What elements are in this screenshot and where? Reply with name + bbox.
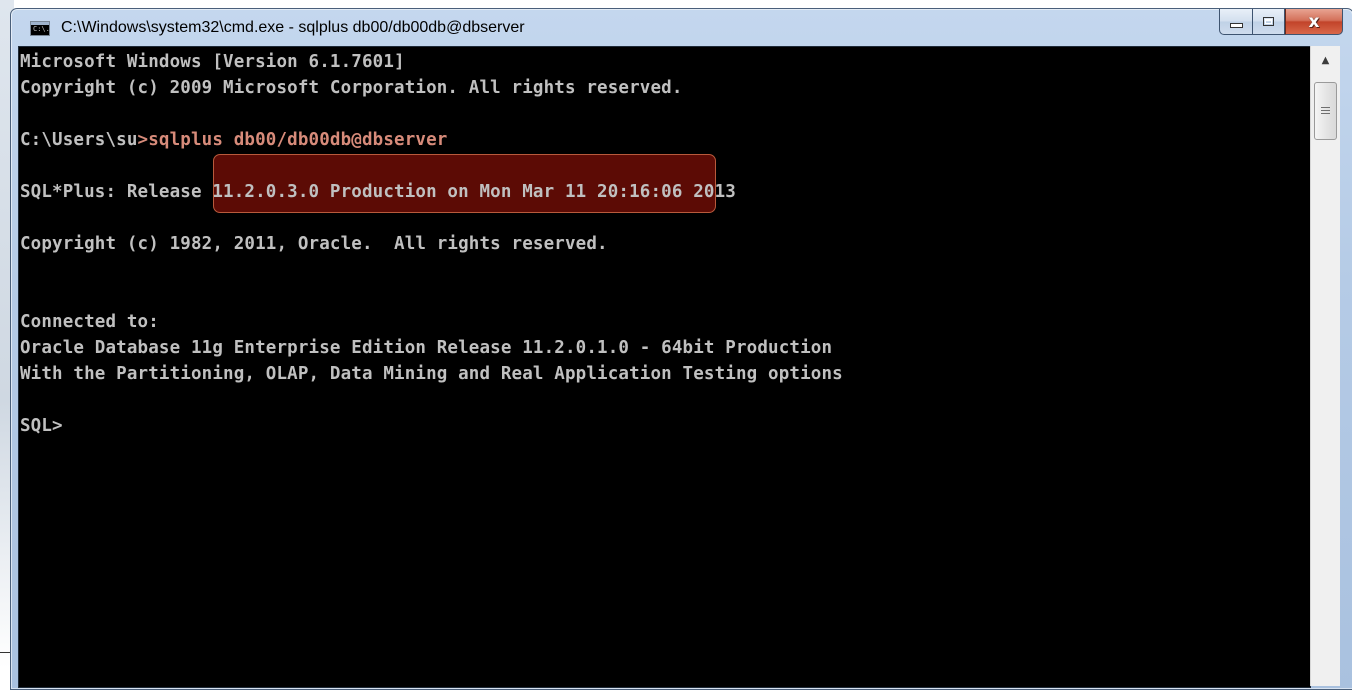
cmd-window: C:\. C:\Windows\system32\cmd.exe - sqlpl… [10, 8, 1352, 690]
app-icon-label: C:\. [33, 25, 50, 33]
sql-prompt: SQL> [20, 416, 63, 436]
maximize-icon [1263, 17, 1274, 26]
minimize-button[interactable] [1219, 9, 1252, 35]
close-button[interactable]: x [1285, 9, 1343, 35]
maximize-button[interactable] [1252, 9, 1285, 35]
caption-buttons: x [1219, 9, 1343, 35]
title-bar[interactable]: C:\. C:\Windows\system32\cmd.exe - sqlpl… [11, 9, 1352, 47]
highlighted-command: >sqlplus db00/db00db@dbserver [137, 130, 448, 150]
console-line: Copyright (c) 1982, 2011, Oracle. All ri… [20, 234, 608, 254]
console-text: Microsoft Windows [Version 6.1.7601] Copy… [20, 49, 843, 439]
console-line: SQL*Plus: Release 11.2.0.3.0 Production … [20, 182, 736, 202]
console-app-icon[interactable]: C:\. [30, 21, 50, 36]
close-icon: x [1308, 11, 1320, 32]
window-title: C:\Windows\system32\cmd.exe - sqlplus db… [61, 19, 525, 36]
scroll-grip-icon [1321, 107, 1330, 115]
vertical-scrollbar[interactable]: ▲ [1310, 46, 1340, 686]
console-line: Copyright (c) 2009 Microsoft Corporation… [20, 78, 683, 98]
console-line: Oracle Database 11g Enterprise Edition R… [20, 338, 833, 358]
console-prompt-line: C:\Users\su>sqlplus db00/db00db@dbserver [20, 127, 843, 153]
scroll-thumb[interactable] [1314, 82, 1337, 140]
minimize-icon [1229, 23, 1243, 28]
prompt-path: C:\Users\su [20, 130, 138, 150]
console-line: With the Partitioning, OLAP, Data Mining… [20, 364, 843, 384]
scroll-up-arrow-icon[interactable]: ▲ [1311, 46, 1340, 74]
console-output[interactable]: Microsoft Windows [Version 6.1.7601] Copy… [18, 46, 1311, 688]
console-line: Connected to: [20, 312, 159, 332]
console-line: Microsoft Windows [Version 6.1.7601] [20, 52, 405, 72]
